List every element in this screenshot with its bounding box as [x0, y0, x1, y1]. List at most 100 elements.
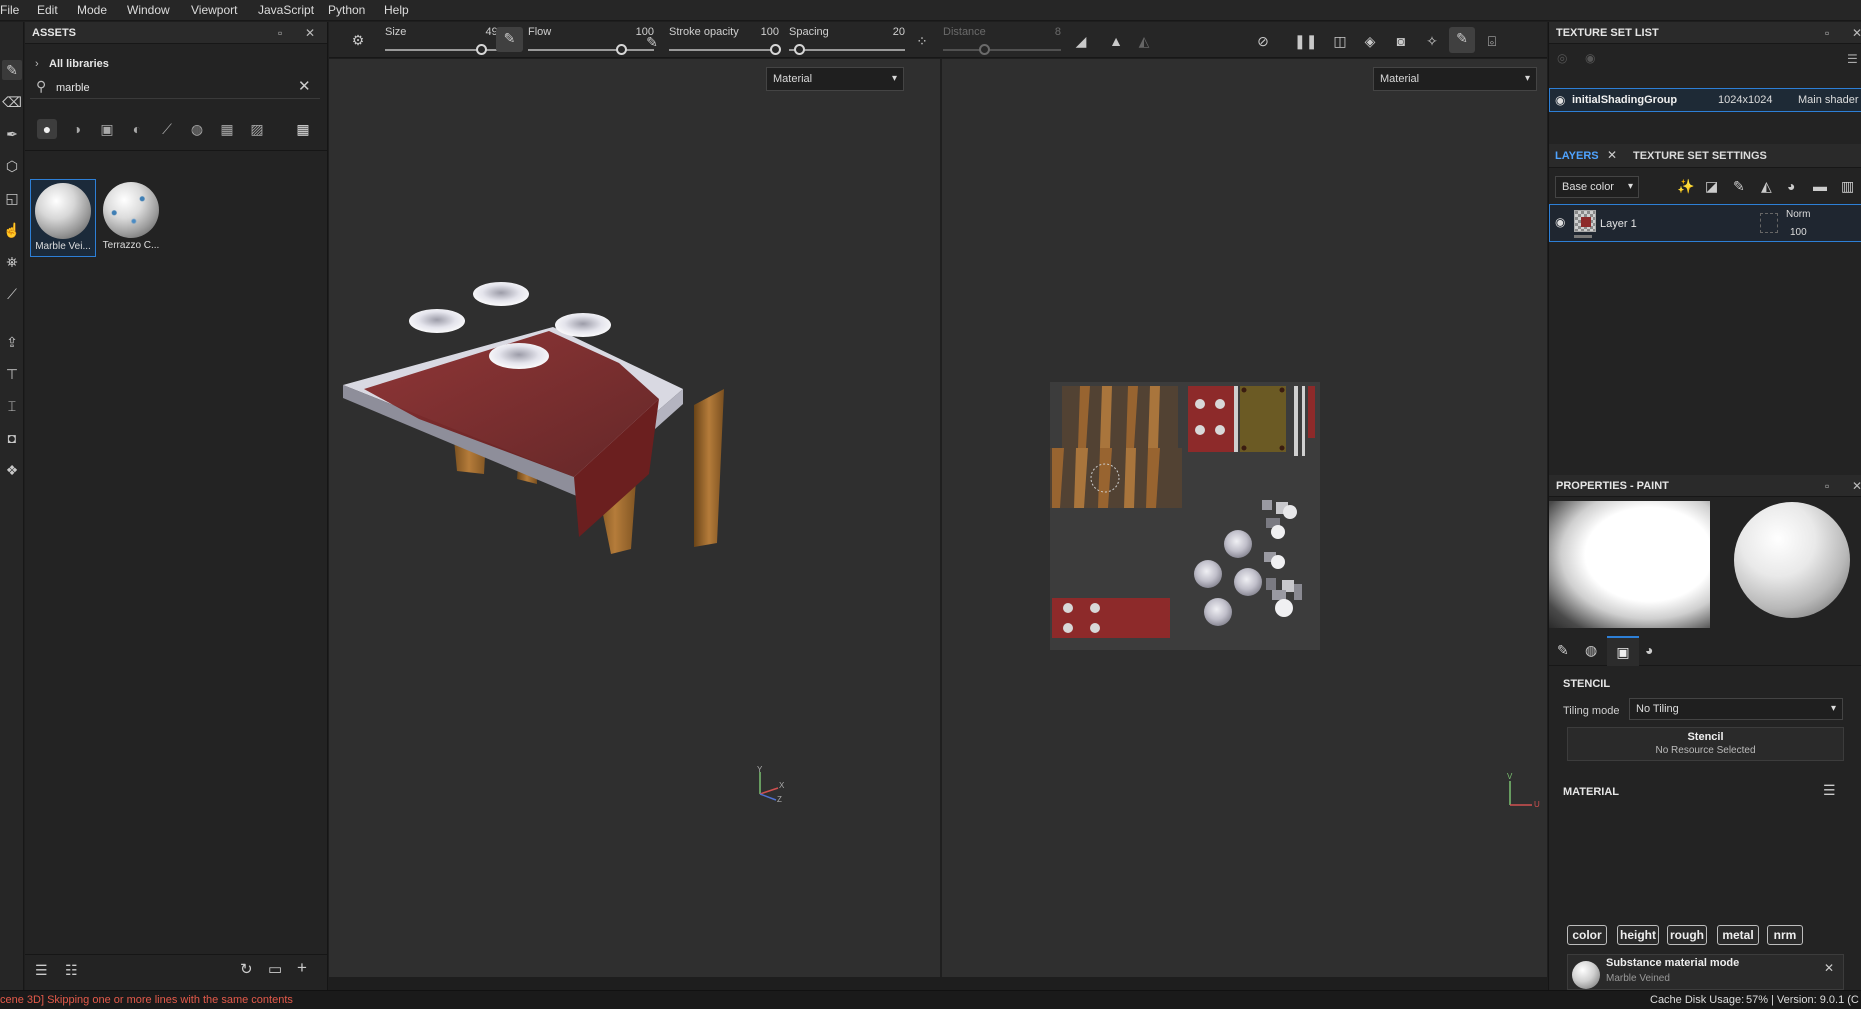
menu-file[interactable]: File [0, 3, 19, 17]
stroke-opacity-slider-track[interactable] [669, 49, 777, 51]
brush-tab-icon[interactable]: ✎ [1557, 642, 1569, 659]
stencil-tab-icon[interactable]: ▣ [1607, 636, 1639, 666]
add-smart-material-icon[interactable]: ◕ [1787, 178, 1795, 194]
brush-alpha-preview[interactable] [1549, 501, 1710, 628]
log-message[interactable]: cene 3D] Skipping one or more lines with… [0, 994, 293, 1006]
layer-row[interactable]: ◉ Layer 1 Norm 100 [1549, 204, 1861, 242]
alpha-tab-icon[interactable]: ◍ [1585, 642, 1597, 659]
lights-icon[interactable]: ✧ [1421, 30, 1443, 52]
channel-select[interactable]: Base color ▾ [1555, 176, 1639, 198]
close-panel-icon[interactable]: ✕ [1852, 475, 1861, 497]
split-view-icon[interactable]: ◫ [1329, 30, 1351, 52]
smart-materials-filter-icon[interactable]: ◑ [67, 119, 87, 139]
visibility-eye-icon[interactable]: ◉ [1555, 215, 1565, 229]
cube-icon[interactable]: ◈ [1359, 30, 1381, 52]
material-mode-select-2d[interactable]: Material ▾ [1373, 67, 1537, 91]
stencil-resource-button[interactable]: Stencil No Resource Selected [1567, 727, 1844, 761]
search-input[interactable] [56, 79, 286, 97]
measure-tool-icon[interactable]: ⌶ [2, 396, 22, 416]
channel-chip-height[interactable]: height [1617, 925, 1659, 945]
folder-icon[interactable]: ▭ [268, 960, 282, 978]
grunges-filter-icon[interactable]: ▦ [217, 119, 237, 139]
spacing-value[interactable]: 20 [849, 26, 905, 38]
close-panel-icon[interactable]: ✕ [305, 22, 315, 44]
menu-window[interactable]: Window [127, 3, 170, 17]
channel-chip-metal[interactable]: metal [1717, 925, 1759, 945]
chevron-right-icon[interactable]: › [35, 58, 39, 70]
hide-icon[interactable]: ⊘ [1252, 30, 1274, 52]
add-paint-layer-icon[interactable]: ✎ [1733, 178, 1745, 195]
details-view-icon[interactable]: ☷ [65, 962, 78, 979]
menu-icon[interactable]: ☰ [1847, 52, 1858, 66]
menu-help[interactable]: Help [384, 3, 409, 17]
symmetry-icon[interactable]: ⚙ [347, 29, 369, 51]
paint-brush-tool-icon[interactable]: ✎ [2, 60, 22, 80]
all-libraries-link[interactable]: All libraries [49, 58, 109, 70]
menu-edit[interactable]: Edit [37, 3, 58, 17]
delete-layer-icon[interactable]: ▥ [1841, 178, 1854, 195]
pressure-flow-icon[interactable]: ✎ [641, 31, 663, 53]
float-panel-icon[interactable]: ▫ [278, 22, 282, 44]
float-panel-icon[interactable]: ▫ [1825, 22, 1829, 44]
projection-tool-icon[interactable]: ✒ [2, 124, 22, 144]
show-all-icon[interactable]: ◉ [1585, 51, 1595, 65]
add-folder-icon[interactable]: ▬ [1813, 178, 1827, 194]
alignment-icon[interactable]: ◢ [1070, 30, 1092, 52]
channel-chip-rough[interactable]: rough [1667, 925, 1707, 945]
menu-mode[interactable]: Mode [77, 3, 107, 17]
texture-set-row[interactable]: ◉ initialShadingGroup 1024x1024 Main sha… [1549, 88, 1861, 112]
paint-mode-icon[interactable]: ✎ [1449, 27, 1475, 53]
spacing-slider-track[interactable] [789, 49, 905, 51]
smudge-tool-icon[interactable]: ☝ [2, 220, 22, 240]
material-menu-icon[interactable]: ☰ [1823, 782, 1836, 799]
clone-tool-icon[interactable]: ⛯ [2, 252, 22, 272]
viewport-2d[interactable]: Material ▾ V U [942, 59, 1547, 977]
float-panel-icon[interactable]: ▫ [1825, 475, 1829, 497]
visibility-eye-icon[interactable]: ◉ [1555, 93, 1565, 107]
layer-name[interactable]: Layer 1 [1600, 218, 1637, 230]
layer-opacity[interactable]: 100 [1790, 227, 1807, 238]
polygon-fill-tool-icon[interactable]: ◱ [2, 188, 22, 208]
procedurals-filter-icon[interactable]: ◐ [127, 119, 147, 139]
hide-all-icon[interactable]: ◎ [1557, 51, 1567, 65]
channel-chip-nrm[interactable]: nrm [1767, 925, 1803, 945]
eraser-tool-icon[interactable]: ⌫ [2, 92, 22, 112]
color-picker-tool-icon[interactable]: ⟋ [2, 284, 22, 304]
menu-python[interactable]: Python [328, 3, 365, 17]
stroke-opacity-slider-handle[interactable] [770, 44, 781, 55]
bake-tool-icon[interactable]: ⇪ [2, 332, 22, 352]
tab-texture-set-settings[interactable]: TEXTURE SET SETTINGS [1633, 150, 1767, 162]
alphas-filter-icon[interactable]: ◍ [187, 119, 207, 139]
tiling-mode-select[interactable]: No Tiling ▾ [1629, 698, 1843, 720]
materials-filter-icon[interactable]: ● [37, 119, 57, 139]
brushes-filter-icon[interactable]: ⟋ [157, 119, 177, 139]
quick-mask-icon[interactable]: ◘ [2, 428, 22, 448]
add-effect-icon[interactable]: ✨ [1677, 178, 1694, 195]
iray-render-icon[interactable]: ❖ [2, 460, 22, 480]
material-tab-icon[interactable]: ◕ [1645, 642, 1653, 658]
tab-layers[interactable]: LAYERS [1555, 150, 1599, 162]
blend-mode[interactable]: Norm [1786, 209, 1810, 220]
add-fill-layer-icon[interactable]: ◭ [1761, 178, 1772, 195]
list-view-icon[interactable]: ☰ [35, 962, 48, 979]
screenshot-icon[interactable]: ⌻ [1481, 30, 1503, 52]
mirror-icon[interactable]: ▲ [1105, 30, 1127, 52]
stroke-opacity-value[interactable]: 100 [729, 26, 779, 38]
geometry-fill-tool-icon[interactable]: ⬡ [2, 156, 22, 176]
mirror-settings-icon[interactable]: ◭ [1133, 30, 1155, 52]
clear-search-icon[interactable]: ✕ [298, 77, 311, 95]
pressure-size-icon[interactable]: ✎ [496, 27, 523, 52]
spacing-slider-handle[interactable] [794, 44, 805, 55]
substance-material-mode-card[interactable]: Substance material mode Marble Veined ✕ [1567, 954, 1844, 990]
close-icon[interactable]: ✕ [1824, 961, 1834, 975]
close-tab-icon[interactable]: ✕ [1607, 148, 1617, 162]
mask-slot[interactable] [1760, 213, 1778, 233]
refresh-icon[interactable]: ↻ [240, 960, 253, 978]
environments-filter-icon[interactable]: ▨ [247, 119, 267, 139]
size-slider-handle[interactable] [476, 44, 487, 55]
size-slider-track[interactable] [385, 49, 513, 51]
material-sphere-preview[interactable] [1734, 502, 1850, 618]
channel-chip-color[interactable]: color [1567, 925, 1607, 945]
transform-tool-icon[interactable]: ⊤ [2, 364, 22, 384]
menu-javascript[interactable]: JavaScript [258, 3, 314, 17]
